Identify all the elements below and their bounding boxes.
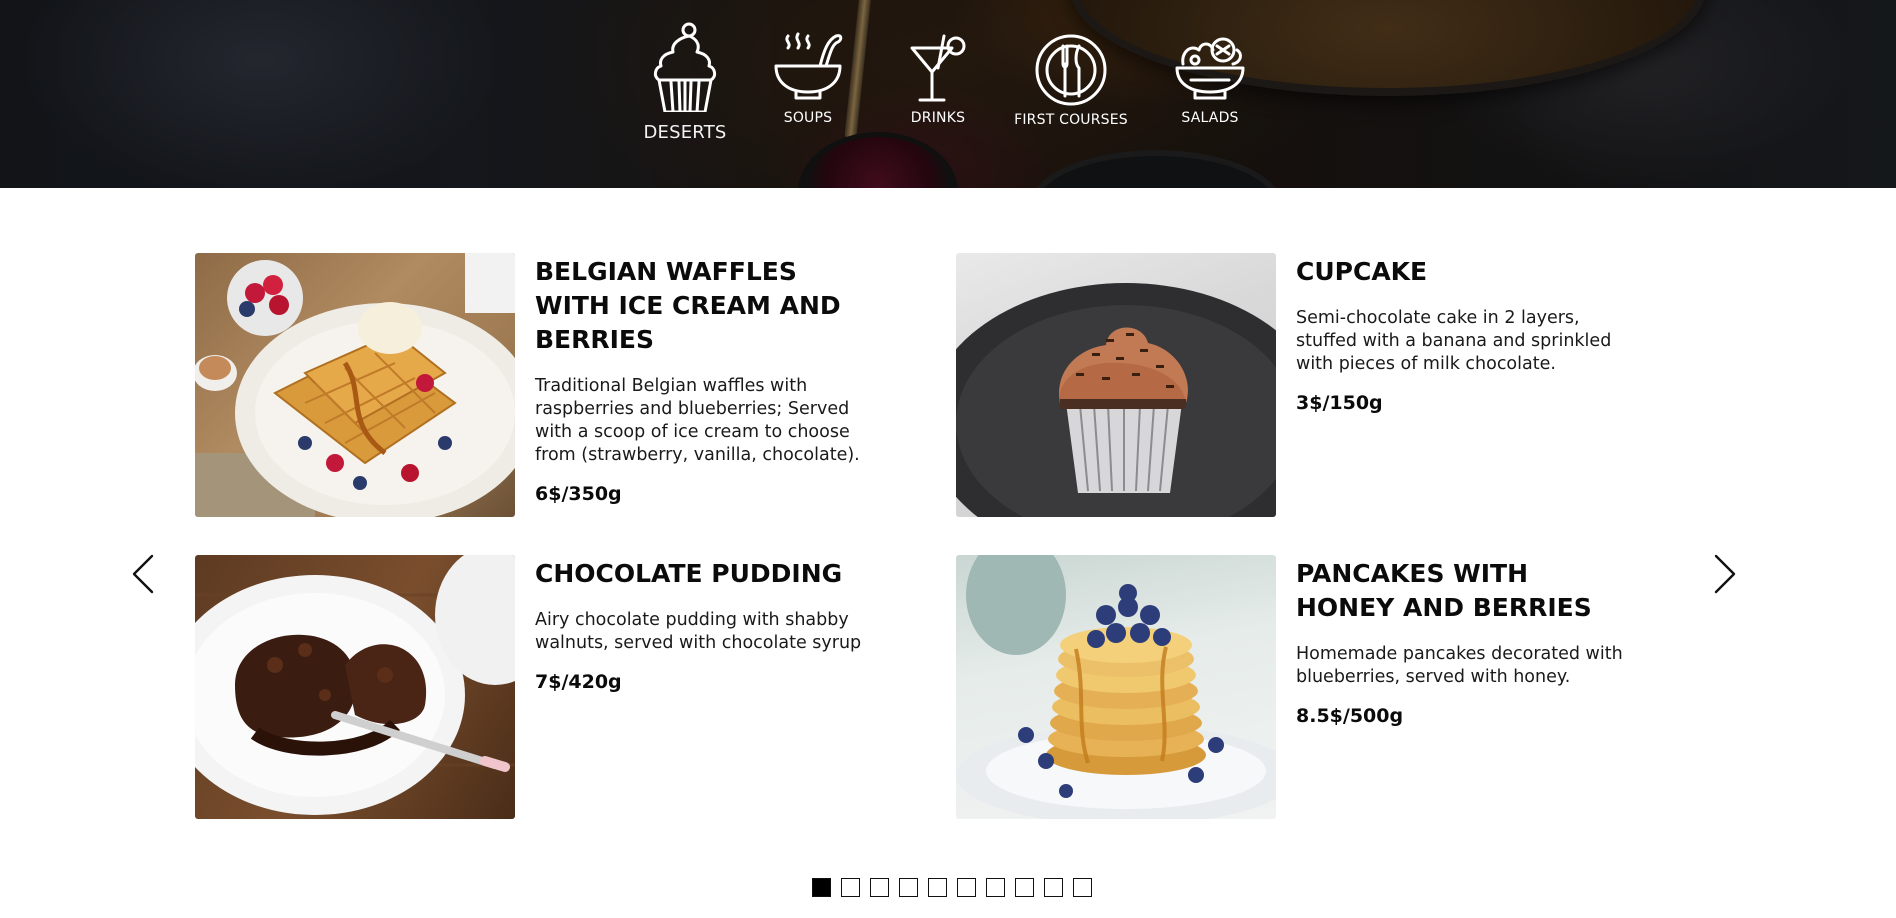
product-description: Homemade pancakes decorated with blueber… bbox=[1296, 644, 1623, 687]
pagination-dot-4[interactable] bbox=[899, 878, 918, 897]
pagination-dot-1[interactable] bbox=[812, 878, 831, 897]
product-description: Semi-chocolate cake in 2 layers, stuffed… bbox=[1296, 308, 1612, 374]
product-title: CHOCOLATE PUDDING bbox=[535, 559, 843, 588]
pagination-dot-5[interactable] bbox=[928, 878, 947, 897]
nav-item-deserts[interactable]: DESERTS bbox=[640, 20, 730, 143]
product-card-belgian-waffles[interactable]: BELGIAN WAFFLES WITH ICE CREAM AND BERRI… bbox=[195, 253, 905, 517]
cocktail-glass-icon bbox=[910, 34, 966, 102]
product-info: BELGIAN WAFFLES WITH ICE CREAM AND BERRI… bbox=[535, 253, 865, 505]
nav-item-label: SALADS bbox=[1181, 110, 1239, 126]
product-photo-pancakes bbox=[956, 555, 1276, 819]
pagination-dot-6[interactable] bbox=[957, 878, 976, 897]
product-card-pancakes[interactable]: PANCAKES WITH HONEY AND BERRIES Homemade… bbox=[956, 555, 1666, 819]
product-card-cupcake[interactable]: CUPCAKE Semi-chocolate cake in 2 layers,… bbox=[956, 253, 1666, 517]
salad-bowl-icon bbox=[1175, 37, 1245, 100]
pagination-dot-8[interactable] bbox=[1015, 878, 1034, 897]
carousel-pagination bbox=[812, 878, 1092, 897]
soup-bowl-icon bbox=[774, 32, 843, 100]
nav-item-drinks[interactable]: DRINKS bbox=[898, 32, 978, 126]
nav-item-salads[interactable]: SALADS bbox=[1166, 34, 1254, 126]
carousel-prev-button[interactable] bbox=[128, 552, 158, 596]
pagination-dot-7[interactable] bbox=[986, 878, 1005, 897]
carousel-next-button[interactable] bbox=[1710, 552, 1740, 596]
product-title: PANCAKES WITH HONEY AND BERRIES bbox=[1296, 559, 1592, 622]
product-photo-cupcake bbox=[956, 253, 1276, 517]
product-info: CHOCOLATE PUDDING Airy chocolate pudding… bbox=[535, 555, 865, 693]
product-price: 8.5$/500g bbox=[1296, 705, 1404, 727]
product-photo-chocolate-pudding bbox=[195, 555, 515, 819]
pagination-dot-9[interactable] bbox=[1044, 878, 1063, 897]
nav-item-first-courses[interactable]: FIRST COURSES bbox=[1011, 34, 1131, 128]
product-info: CUPCAKE Semi-chocolate cake in 2 layers,… bbox=[1296, 253, 1626, 414]
product-title: BELGIAN WAFFLES WITH ICE CREAM AND BERRI… bbox=[535, 257, 841, 354]
product-description: Airy chocolate pudding with shabby walnu… bbox=[535, 610, 862, 653]
product-title: CUPCAKE bbox=[1296, 257, 1428, 286]
product-price: 6$/350g bbox=[535, 483, 622, 505]
chevron-left-icon bbox=[132, 554, 154, 594]
chevron-right-icon bbox=[1714, 554, 1736, 594]
nav-item-label: FIRST COURSES bbox=[1014, 112, 1128, 128]
nav-item-soups[interactable]: SOUPS bbox=[766, 32, 850, 126]
plate-cutlery-icon bbox=[1035, 34, 1107, 106]
product-card-chocolate-pudding[interactable]: CHOCOLATE PUDDING Airy chocolate pudding… bbox=[195, 555, 905, 819]
product-photo-belgian-waffles bbox=[195, 253, 515, 517]
product-price: 7$/420g bbox=[535, 671, 622, 693]
nav-item-label: DESERTS bbox=[643, 122, 727, 143]
product-info: PANCAKES WITH HONEY AND BERRIES Homemade… bbox=[1296, 555, 1626, 727]
nav-item-label: DRINKS bbox=[910, 110, 966, 126]
product-description: Traditional Belgian waffles with raspber… bbox=[535, 376, 860, 465]
cupcake-icon bbox=[653, 22, 717, 112]
pagination-dot-3[interactable] bbox=[870, 878, 889, 897]
pagination-dot-2[interactable] bbox=[841, 878, 860, 897]
category-nav: DESERTS SOUPS DRINKS FIRST COURSES SALAD… bbox=[0, 0, 1896, 188]
pagination-dot-10[interactable] bbox=[1073, 878, 1092, 897]
product-price: 3$/150g bbox=[1296, 392, 1383, 414]
nav-item-label: SOUPS bbox=[783, 110, 833, 126]
